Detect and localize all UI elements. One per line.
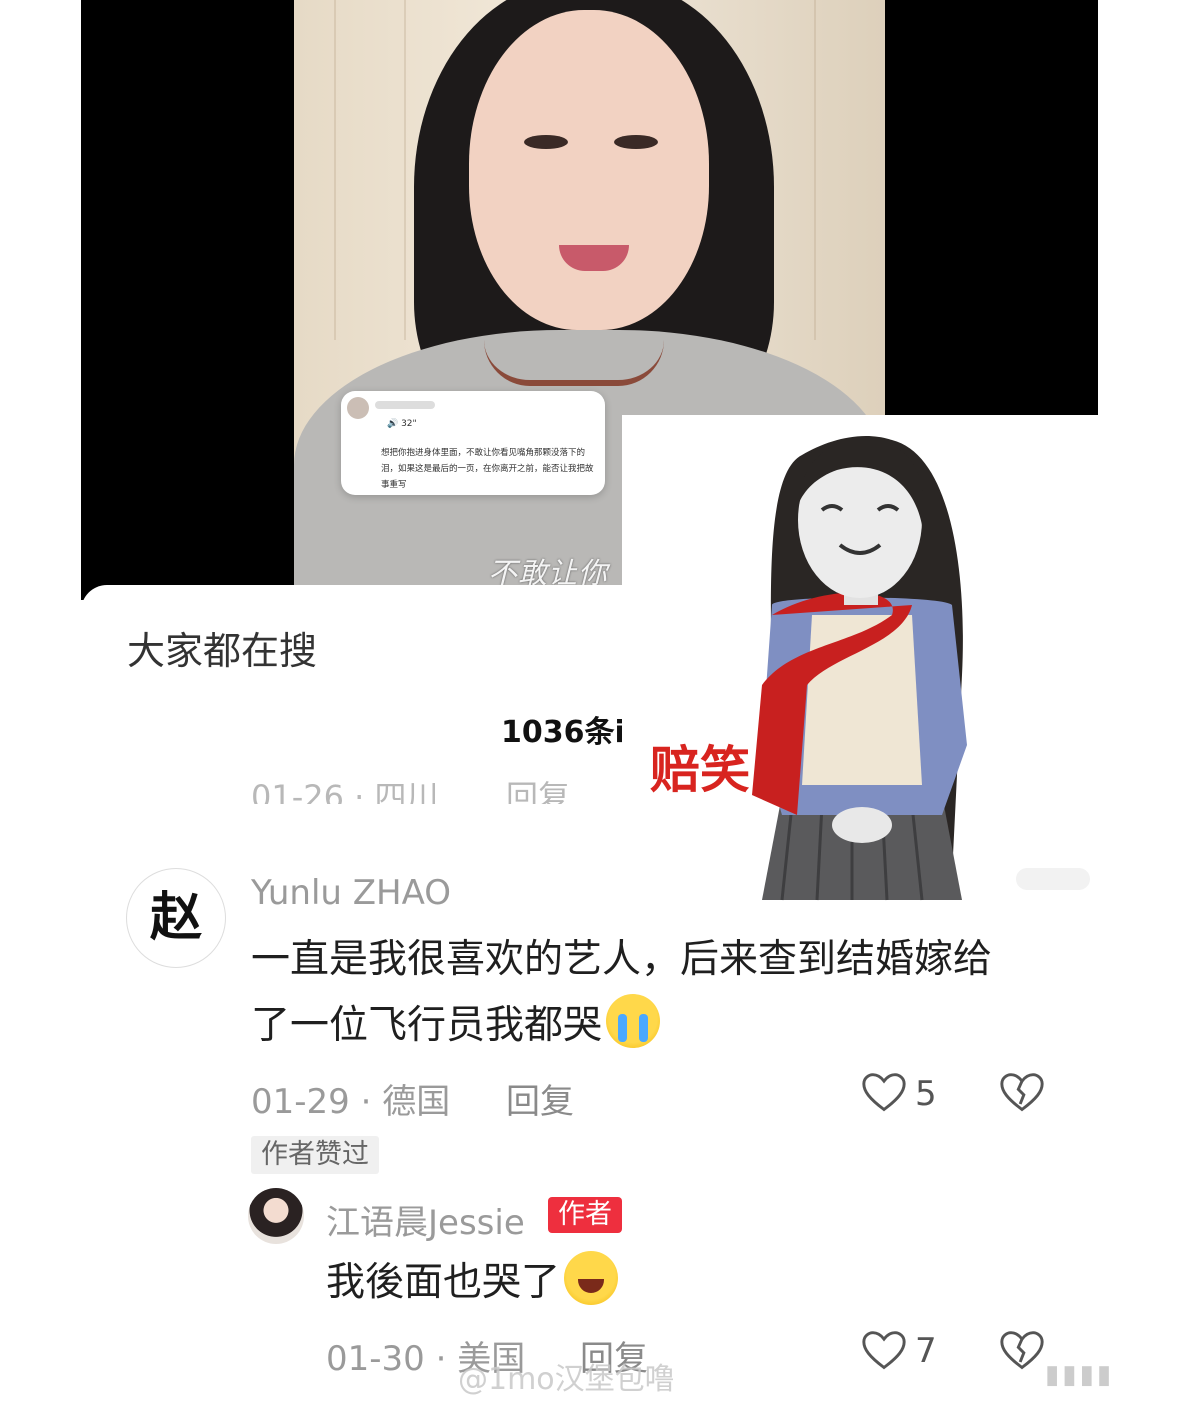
quoted-comment-text: 想把你抱进身体里面，不敢让你看见嘴角那颗没落下的泪，如果这是最后的一页，在你离开…	[381, 448, 594, 490]
trending-search-title[interactable]: 大家都在搜	[127, 620, 317, 675]
comment-count: 1036条i	[501, 715, 625, 750]
faded-reply-button[interactable]: 回复	[506, 776, 570, 804]
comment-text: 一直是我很喜欢的艺人，后来查到结婚嫁给 了一位飞行员我都哭	[251, 927, 992, 1059]
avatar[interactable]	[248, 1188, 304, 1244]
comment-date-location: 01-29 · 德国	[251, 1082, 451, 1122]
quoted-comment-card: 🔊 32" 想把你抱进身体里面，不敢让你看见嘴角那颗没落下的泪，如果这是最后的一…	[341, 391, 605, 495]
comment-text-line: 一直是我很喜欢的艺人，后来查到结婚嫁给	[251, 937, 993, 982]
heart-icon[interactable]	[862, 1330, 906, 1372]
comment-text-line: 了一位飞行员我都哭	[251, 993, 992, 1059]
reaction-sticker	[622, 415, 1098, 905]
mini-avatar	[347, 397, 369, 419]
comment-username[interactable]: 江语晨Jessie	[326, 1195, 525, 1244]
reply-button[interactable]: 回复	[506, 1074, 574, 1123]
comment-text: 我後面也哭了	[326, 1250, 619, 1316]
voice-duration: 🔊 32"	[387, 419, 417, 429]
cartoon-girl-illustration	[752, 435, 967, 901]
broken-heart-icon[interactable]	[1000, 1330, 1044, 1372]
crying-face-icon	[606, 994, 661, 1048]
comment-username[interactable]: Yunlu ZHAO	[251, 873, 451, 913]
more-dots-icon: ▮▮▮▮	[1045, 1360, 1115, 1390]
like-count: 5	[915, 1074, 937, 1114]
faded-date-location: 01-26 · 四川	[251, 778, 439, 804]
author-liked-badge: 作者赞过	[251, 1136, 379, 1174]
sticker-caption: 赔笑	[650, 741, 750, 799]
scroll-indicator	[1016, 868, 1090, 890]
broken-heart-icon[interactable]	[1000, 1072, 1044, 1114]
avatar[interactable]: 赵	[126, 868, 226, 968]
like-count: 7	[915, 1331, 937, 1371]
heart-icon[interactable]	[862, 1072, 906, 1114]
weibo-watermark: @1mo汉堡包噜	[458, 1362, 675, 1397]
author-badge: 作者	[548, 1197, 622, 1233]
laughing-face-icon	[564, 1251, 619, 1305]
